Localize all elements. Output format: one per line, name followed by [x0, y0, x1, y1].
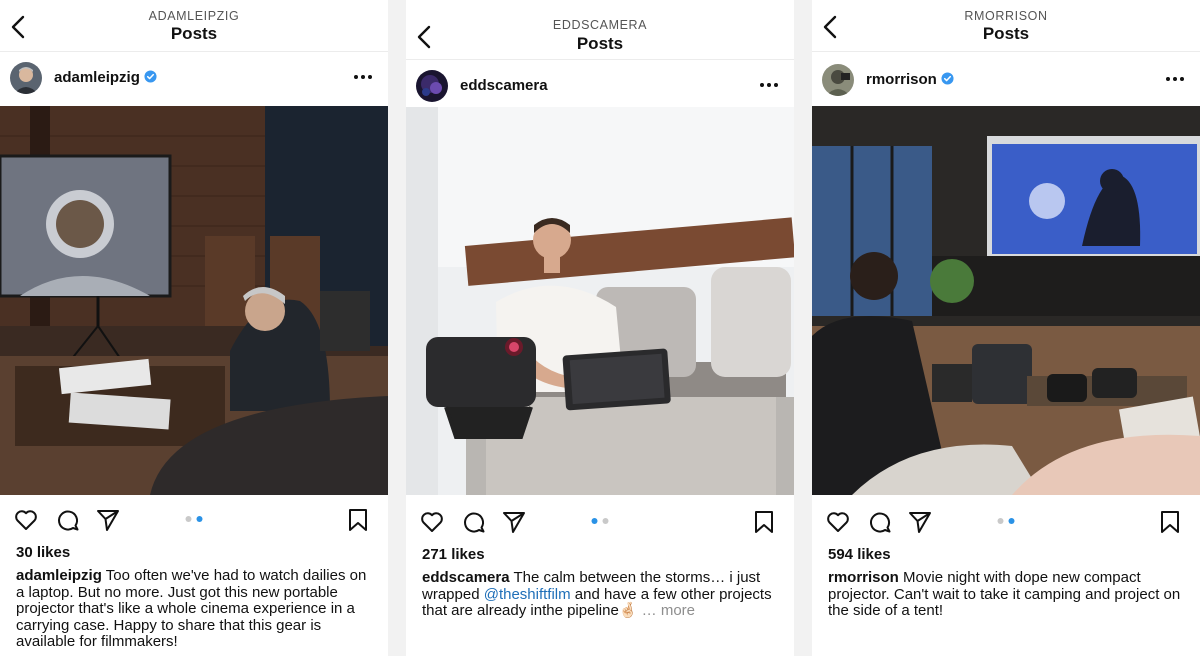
comment-icon[interactable]	[460, 508, 488, 536]
carousel-dot	[602, 518, 609, 524]
username[interactable]: rmorrison	[866, 71, 954, 88]
carousel-dot-active	[591, 518, 598, 524]
post-photo[interactable]	[0, 106, 388, 495]
post-actions	[0, 502, 388, 538]
caption: eddscamera The calm between the storms… …	[422, 569, 784, 620]
account-label: ADAMLEIPZIG	[148, 9, 240, 23]
bookmark-icon[interactable]	[1156, 508, 1184, 536]
comment-icon[interactable]	[54, 506, 82, 534]
caption-username[interactable]: rmorrison	[828, 569, 899, 586]
avatar[interactable]	[10, 62, 42, 94]
carousel-dot	[997, 518, 1004, 524]
bookmark-icon[interactable]	[344, 506, 372, 534]
carousel-dot-active	[196, 516, 203, 522]
carousel-indicator	[185, 516, 203, 522]
page-title: Posts	[170, 24, 218, 43]
top-bar: EDDSCAMERA Posts	[406, 0, 794, 60]
account-label: EDDSCAMERA	[552, 18, 648, 32]
post-header: rmorrison	[812, 54, 1200, 106]
post-panel-adamleipzig: ADAMLEIPZIG Posts adamleipzig 30 likes a…	[0, 0, 388, 656]
likes-count[interactable]: 30 likes	[16, 544, 70, 561]
caption: adamleipzig Too often we've had to watch…	[16, 567, 378, 651]
post-actions	[406, 504, 794, 540]
avatar[interactable]	[416, 70, 448, 102]
post-photo[interactable]	[812, 106, 1200, 495]
carousel-dot-active	[1008, 518, 1015, 524]
page-title: Posts	[576, 34, 624, 53]
username[interactable]: eddscamera	[460, 77, 548, 94]
crossed-fingers-emoji: 🤞🏻	[618, 602, 638, 620]
share-icon[interactable]	[906, 508, 934, 536]
post-photo[interactable]	[406, 107, 794, 495]
caption: rmorrison Movie night with dope new comp…	[828, 569, 1190, 620]
post-panel-rmorrison: RMORRISON Posts rmorrison 594 likes rmor…	[812, 0, 1200, 656]
comment-icon[interactable]	[866, 508, 894, 536]
carousel-indicator	[591, 518, 609, 524]
verified-icon	[941, 72, 954, 85]
verified-icon	[144, 70, 157, 83]
more-options-icon[interactable]	[352, 66, 374, 88]
heart-icon[interactable]	[12, 506, 40, 534]
top-bar: RMORRISON Posts	[812, 0, 1200, 52]
account-label: RMORRISON	[964, 9, 1048, 23]
carousel-dot	[185, 516, 192, 522]
avatar[interactable]	[822, 64, 854, 96]
caption-username[interactable]: adamleipzig	[16, 567, 102, 584]
post-header: eddscamera	[406, 60, 794, 112]
share-icon[interactable]	[94, 506, 122, 534]
likes-count[interactable]: 594 likes	[828, 546, 891, 563]
likes-count[interactable]: 271 likes	[422, 546, 485, 563]
carousel-indicator	[997, 518, 1015, 524]
share-icon[interactable]	[500, 508, 528, 536]
top-bar: ADAMLEIPZIG Posts	[0, 0, 388, 52]
username[interactable]: adamleipzig	[54, 69, 157, 86]
more-options-icon[interactable]	[758, 74, 780, 96]
heart-icon[interactable]	[824, 508, 852, 536]
mention-link[interactable]: @theshiftfilm	[484, 586, 571, 603]
bookmark-icon[interactable]	[750, 508, 778, 536]
heart-icon[interactable]	[418, 508, 446, 536]
page-title: Posts	[982, 24, 1030, 43]
post-actions	[812, 504, 1200, 540]
more-options-icon[interactable]	[1164, 68, 1186, 90]
more-link[interactable]: … more	[642, 602, 695, 619]
post-panel-eddscamera: EDDSCAMERA Posts eddscamera 271 likes ed…	[406, 0, 794, 656]
post-header: adamleipzig	[0, 52, 388, 104]
caption-username[interactable]: eddscamera	[422, 569, 510, 586]
